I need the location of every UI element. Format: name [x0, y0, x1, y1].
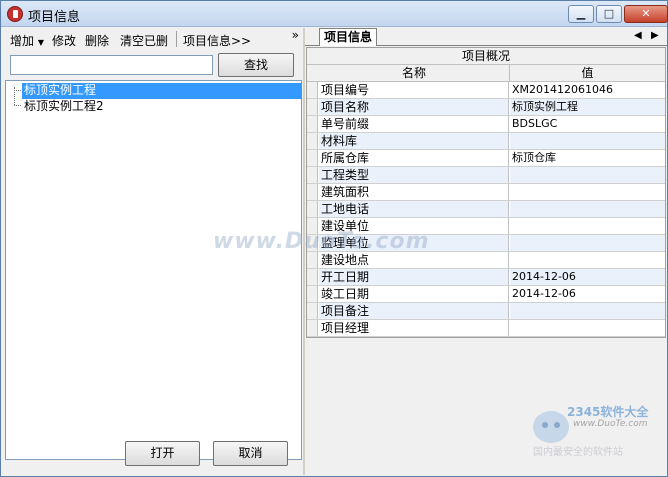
project-info-window: 项目信息 ▁ □ ✕ 增加 ▼ 修改 删除 清空已删 项目信息>> » 查找 标… [0, 0, 668, 477]
project-info-toggle-button[interactable]: 项目信息>> [183, 32, 251, 49]
column-header-value: 值 [581, 66, 594, 80]
grid-title: 项目概况 [307, 48, 665, 65]
grid-row[interactable]: 项目名称 标顶实例工程 [307, 99, 665, 116]
grid-cell-value[interactable]: 标顶仓库 [510, 150, 665, 166]
tree-connector [14, 90, 21, 91]
search-button[interactable]: 查找 [218, 53, 294, 77]
grid-cell-name: 建设地点 [319, 252, 509, 268]
toolbar-overflow-icon[interactable]: » [292, 28, 299, 42]
row-indicator [307, 303, 318, 319]
search-input[interactable] [10, 55, 213, 75]
grid-cell-value[interactable] [510, 252, 665, 268]
close-button[interactable]: ✕ [624, 5, 668, 23]
tree-connector [14, 105, 21, 106]
grid-row[interactable]: 开工日期 2014-12-06 [307, 269, 665, 286]
add-button[interactable]: 增加 ▼ [10, 32, 44, 49]
row-indicator [307, 184, 318, 200]
grid-cell-value[interactable] [510, 218, 665, 234]
grid-cell-name: 项目编号 [319, 82, 509, 98]
grid-row[interactable]: 所属仓库 标顶仓库 [307, 150, 665, 167]
row-indicator [307, 167, 318, 183]
row-indicator [307, 252, 318, 268]
row-indicator [307, 201, 318, 217]
grid-cell-name: 项目备注 [319, 303, 509, 319]
grid-row[interactable]: 材料库 [307, 133, 665, 150]
app-icon [7, 6, 23, 22]
grid-row[interactable]: 单号前缀 BDSLGC [307, 116, 665, 133]
grid-header-row: 名称 值 [307, 65, 665, 82]
cancel-button[interactable]: 取消 [213, 441, 288, 466]
grid-cell-name: 开工日期 [319, 269, 509, 285]
tree-item-project-1[interactable]: 标顶实例工程 [22, 83, 302, 99]
delete-button[interactable]: 删除 [85, 32, 109, 49]
grid-cell-name: 所属仓库 [319, 150, 509, 166]
grid-row[interactable]: 项目编号 XM201412061046 [307, 82, 665, 99]
grid-cell-value[interactable] [510, 167, 665, 183]
duote-logo: 2345软件大全 www.DuoTe.com 国内最安全的软件站 [529, 399, 665, 461]
grid-row[interactable]: 建筑面积 [307, 184, 665, 201]
row-indicator [307, 99, 318, 115]
toolbar: 增加 ▼ 修改 删除 清空已删 项目信息>> » [3, 28, 303, 50]
row-indicator [307, 286, 318, 302]
grid-cell-value[interactable]: BDSLGC [510, 116, 665, 132]
project-tree[interactable]: 标顶实例工程 标顶实例工程2 [5, 80, 302, 460]
tab-prev-icon[interactable]: ◀ [634, 30, 642, 41]
grid-cell-value[interactable]: 2014-12-06 [510, 286, 665, 302]
watermark-text: www.DuoTe.com [213, 229, 430, 254]
grid-cell-name: 项目名称 [319, 99, 509, 115]
row-indicator [307, 150, 318, 166]
grid-cell-name: 项目经理 [319, 320, 509, 336]
logo-url: www.DuoTe.com [573, 419, 648, 429]
clear-deleted-button[interactable]: 清空已删 [120, 32, 168, 49]
tab-strip: 项目信息 ◀ ▶ [305, 28, 667, 46]
grid-cell-value[interactable] [510, 303, 665, 319]
grid-row[interactable]: 工程类型 [307, 167, 665, 184]
logo-tagline: 国内最安全的软件站 [533, 447, 623, 458]
grid-cell-name: 工程类型 [319, 167, 509, 183]
maximize-button[interactable]: □ [596, 5, 622, 23]
edit-button[interactable]: 修改 [52, 32, 76, 49]
row-indicator [307, 133, 318, 149]
row-indicator [307, 116, 318, 132]
title-bar[interactable]: 项目信息 ▁ □ ✕ [1, 1, 668, 27]
open-button[interactable]: 打开 [125, 441, 200, 466]
grid-cell-value[interactable]: 2014-12-06 [510, 269, 665, 285]
minimize-button[interactable]: ▁ [568, 5, 594, 23]
grid-cell-value[interactable] [510, 235, 665, 251]
grid-row[interactable]: 建设地点 [307, 252, 665, 269]
grid-row[interactable]: 项目备注 [307, 303, 665, 320]
column-header-name: 名称 [319, 65, 510, 81]
grid-row[interactable]: 项目经理 [307, 320, 665, 337]
chevron-down-icon: ▼ [37, 38, 44, 47]
window-title: 项目信息 [28, 10, 81, 25]
tree-item-project-2[interactable]: 标顶实例工程2 [22, 99, 106, 115]
grid-cell-value[interactable] [510, 201, 665, 217]
logo-brand: 2345软件大全 [567, 405, 649, 419]
toolbar-separator [176, 31, 177, 47]
grid-cell-value[interactable] [510, 184, 665, 200]
grid-cell-name: 竣工日期 [319, 286, 509, 302]
grid-cell-name: 单号前缀 [319, 116, 509, 132]
grid-cell-name: 工地电话 [319, 201, 509, 217]
grid-row[interactable]: 竣工日期 2014-12-06 [307, 286, 665, 303]
grid-cell-name: 材料库 [319, 133, 509, 149]
grid-cell-value[interactable]: XM201412061046 [510, 82, 665, 98]
row-indicator [307, 269, 318, 285]
grid-cell-value[interactable] [510, 133, 665, 149]
tab-project-info[interactable]: 项目信息 [319, 28, 378, 46]
grid-cell-value[interactable] [510, 320, 665, 336]
grid-row[interactable]: 工地电话 [307, 201, 665, 218]
grid-cell-value[interactable]: 标顶实例工程 [510, 99, 665, 115]
tab-next-icon[interactable]: ▶ [651, 30, 659, 41]
row-indicator [307, 82, 318, 98]
grid-cell-name: 建筑面积 [319, 184, 509, 200]
property-grid: 项目概况 名称 值 项目编号 XM201412061046 项目名称 标顶实例工程 单号… [306, 47, 666, 338]
row-indicator [307, 320, 318, 336]
